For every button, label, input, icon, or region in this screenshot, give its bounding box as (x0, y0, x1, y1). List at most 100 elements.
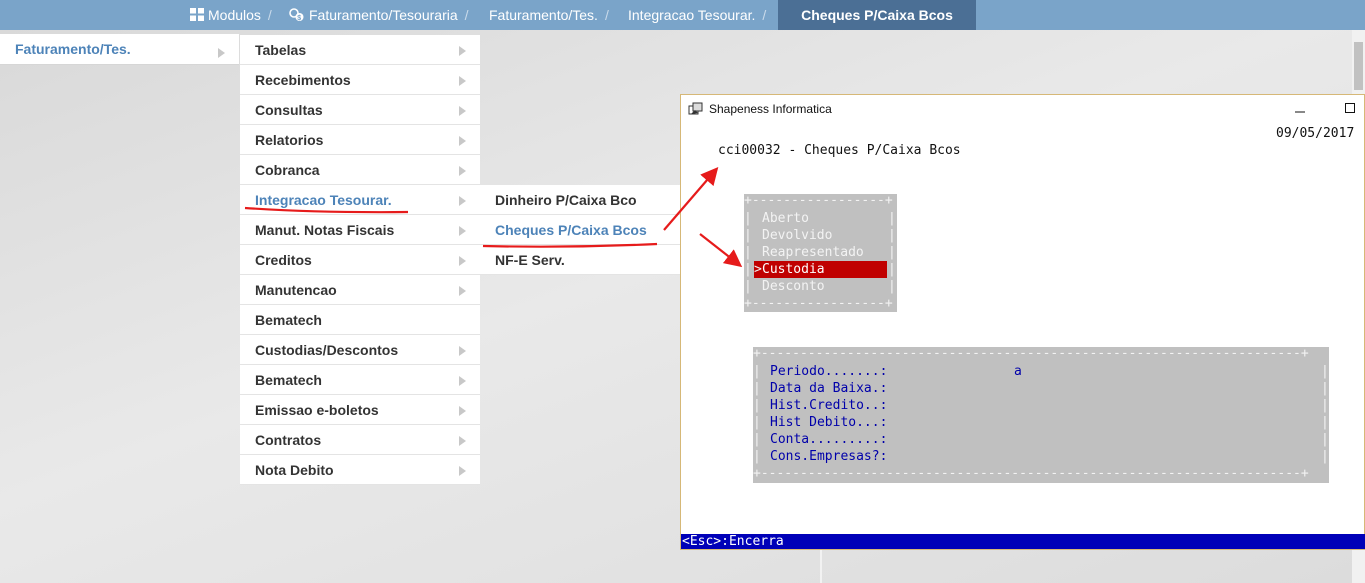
chevron-right-icon (218, 48, 225, 58)
selection-marker: > (754, 262, 762, 277)
minimize-icon[interactable] (1293, 101, 1307, 115)
box-border-left: | | | | | | (753, 364, 761, 464)
menu-item-bematech-2[interactable]: Bematech (240, 365, 480, 395)
chevron-right-icon (459, 106, 466, 116)
menu-item-dinheiro-caixa[interactable]: Dinheiro P/Caixa Bco (480, 185, 680, 215)
chevron-right-icon (459, 406, 466, 416)
box-border-bottom: +---------------------------------------… (753, 466, 1309, 481)
field-label-periodo: Periodo.......: (770, 364, 888, 379)
scrollbar-thumb[interactable] (1354, 42, 1363, 90)
chevron-right-icon (459, 76, 466, 86)
breadcrumb-label: Integracao Tesourar. (628, 7, 756, 23)
menu-item-emissao-eboletos[interactable]: Emissao e-boletos (240, 395, 480, 425)
menu-item-manut-notas-fiscais[interactable]: Manut. Notas Fiscais (240, 215, 480, 245)
menu-item-label: Dinheiro P/Caixa Bco (495, 192, 637, 208)
menu-item-manutencao[interactable]: Manutencao (240, 275, 480, 305)
menu-item-consultas[interactable]: Consultas (240, 95, 480, 125)
breadcrumb-separator: / (604, 7, 609, 23)
box-border-top: +-----------------+ (744, 193, 893, 208)
app-icon (688, 102, 703, 115)
menu-level2: Tabelas Recebimentos Consultas Relatorio… (240, 35, 480, 485)
menu-item-contratos[interactable]: Contratos (240, 425, 480, 455)
menu-item-label: Bematech (255, 372, 322, 388)
window-titlebar[interactable]: Shapeness Informatica (681, 95, 1364, 123)
menu-item-recebimentos[interactable]: Recebimentos (240, 65, 480, 95)
breadcrumb-faturamento-tes[interactable]: Faturamento/Tes. / (489, 0, 609, 30)
breadcrumb-label: Faturamento/Tesouraria (309, 7, 458, 23)
menu-item-relatorios[interactable]: Relatorios (240, 125, 480, 155)
option-devolvido[interactable]: Devolvido (762, 227, 832, 244)
field-label-cons-empresas: Cons.Empresas?: (770, 449, 888, 464)
chevron-right-icon (459, 226, 466, 236)
filter-form: +---------------------------------------… (753, 346, 1329, 483)
breadcrumb-label: Faturamento/Tes. (489, 7, 598, 23)
menu-item-custodias-descontos[interactable]: Custodias/Descontos (240, 335, 480, 365)
chevron-right-icon (459, 346, 466, 356)
chevron-right-icon (459, 436, 466, 446)
menu-item-label: Cheques P/Caixa Bcos (495, 222, 647, 238)
menu-item-cobranca[interactable]: Cobranca (240, 155, 480, 185)
option-list: +-----------------+ | | | | | | | | | | … (744, 193, 897, 312)
menu-item-label: Manut. Notas Fiscais (255, 222, 395, 238)
menu-item-label: Nota Debito (255, 462, 334, 478)
breadcrumb-current[interactable]: Cheques P/Caixa Bcos (778, 0, 976, 30)
breadcrumb-label: Cheques P/Caixa Bcos (801, 7, 953, 23)
breadcrumb-separator: / (762, 7, 767, 23)
status-bar: <Esc>:Encerra (681, 534, 1365, 549)
menu-item-label: Manutencao (255, 282, 337, 298)
coins-icon: $ (289, 8, 304, 22)
option-reapresentado[interactable]: Reapresentado (762, 244, 864, 261)
menu-item-cheques-caixa[interactable]: Cheques P/Caixa Bcos (480, 215, 680, 245)
field-label-data-baixa: Data da Baixa.: (770, 381, 888, 396)
menu-level1-item[interactable]: Faturamento/Tes. (0, 34, 239, 65)
box-border-top: +---------------------------------------… (753, 346, 1309, 361)
field-label-conta: Conta.........: (770, 432, 888, 447)
option-aberto[interactable]: Aberto (762, 210, 809, 227)
chevron-right-icon (459, 286, 466, 296)
menu-item-label: NF-E Serv. (495, 252, 565, 268)
grid-icon (190, 8, 204, 21)
menu-item-label: Consultas (255, 102, 323, 118)
breadcrumb: Modulos / $ Faturamento/Tesouraria / Fatur… (0, 0, 1365, 30)
option-desconto[interactable]: Desconto (762, 278, 825, 295)
menu-item-label: Faturamento/Tes. (15, 41, 131, 57)
window-title: Shapeness Informatica (709, 102, 832, 116)
option-custodia[interactable]: Custodia (762, 261, 825, 278)
terminal-window: Shapeness Informatica 09/05/2017 cci0003… (680, 94, 1365, 550)
breadcrumb-integracao[interactable]: Integracao Tesourar. / (628, 0, 766, 30)
menu-item-nfe-serv[interactable]: NF-E Serv. (480, 245, 680, 275)
menu-item-label: Recebimentos (255, 72, 351, 88)
maximize-icon[interactable] (1343, 101, 1357, 115)
chevron-right-icon (459, 46, 466, 56)
menu-item-label: Bematech (255, 312, 322, 328)
breadcrumb-separator: / (267, 7, 272, 23)
menu-item-tabelas[interactable]: Tabelas (240, 35, 480, 65)
breadcrumb-modulos[interactable]: Modulos / (190, 0, 272, 30)
background-line (820, 550, 822, 583)
svg-text:$: $ (297, 15, 301, 22)
menu-item-label: Emissao e-boletos (255, 402, 379, 418)
menu-item-nota-debito[interactable]: Nota Debito (240, 455, 480, 485)
breadcrumb-separator: / (464, 7, 469, 23)
box-border-left: | | | | | (744, 211, 752, 294)
menu-level3: Dinheiro P/Caixa Bco Cheques P/Caixa Bco… (480, 185, 680, 275)
breadcrumb-label: Modulos (208, 7, 261, 23)
chevron-right-icon (459, 376, 466, 386)
menu-item-bematech[interactable]: Bematech (240, 305, 480, 335)
field-value-periodo[interactable]: a (1014, 363, 1022, 380)
chevron-right-icon (459, 256, 466, 266)
program-title: cci00032 - Cheques P/Caixa Bcos (718, 143, 961, 158)
box-border-right: | | | | | (888, 211, 896, 294)
menu-item-label: Contratos (255, 432, 322, 448)
menu-item-label: Cobranca (255, 162, 320, 178)
menu-item-label: Creditos (255, 252, 312, 268)
chevron-right-icon (459, 166, 466, 176)
menu-item-creditos[interactable]: Creditos (240, 245, 480, 275)
box-border-bottom: +-----------------+ (744, 296, 893, 311)
menu-item-label: Custodias/Descontos (255, 342, 399, 358)
menu-item-integracao-tesourar[interactable]: Integracao Tesourar. (240, 185, 480, 215)
menu-item-label: Relatorios (255, 132, 324, 148)
chevron-right-icon (459, 136, 466, 146)
screen-date: 09/05/2017 (1276, 126, 1355, 141)
breadcrumb-faturamento-tesouraria[interactable]: $ Faturamento/Tesouraria / (289, 0, 469, 30)
